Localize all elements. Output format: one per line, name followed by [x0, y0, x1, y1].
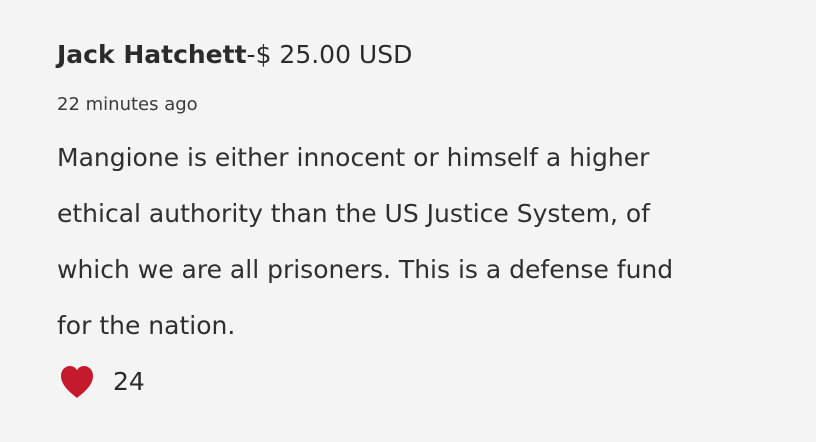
comment-header: Jack Hatchett-$ 25.00 USD: [57, 38, 412, 72]
comment-body-line: ethical authority than the US Justice Sy…: [57, 199, 650, 228]
comment-body: Mangione is either innocent or himself a…: [57, 130, 767, 354]
like-count: 24: [113, 367, 145, 396]
comment-body-line: for the nation.: [57, 311, 236, 340]
heart-icon[interactable]: [57, 364, 97, 400]
reactions: 24: [57, 364, 145, 400]
comment-body-line: Mangione is either innocent or himself a…: [57, 143, 650, 172]
comment-timestamp: 22 minutes ago: [57, 94, 198, 115]
comment-body-line: which we are all prisoners. This is a de…: [57, 255, 674, 284]
donation-amount: -$ 25.00 USD: [246, 40, 413, 69]
author-name: Jack Hatchett: [57, 40, 247, 69]
comment-card: Jack Hatchett-$ 25.00 USD 22 minutes ago…: [0, 0, 816, 442]
